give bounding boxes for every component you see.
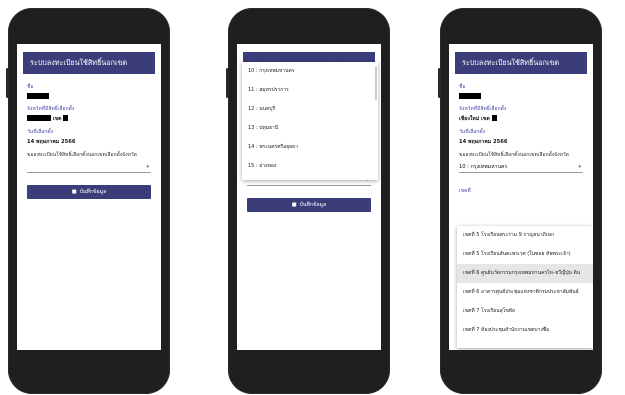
registration-form: ชื่อ จังหวัดที่มีสิทธิ์เลือกตั้ง เชียงให… [449, 74, 593, 195]
district-option[interactable]: เขตที่ 6 อาคารศูนย์ประชุมแห่งชาติกรมประช… [457, 283, 593, 302]
election-date-label: วันที่เลือกตั้ง [459, 128, 486, 135]
phone-screen-2: ระบบลงทะเบียนใช้สิทธิ์นอกเขต ▾ ■บันทึกข้… [237, 44, 381, 350]
save-icon: ■ [291, 202, 297, 208]
province-select[interactable]: 10 : กรุงเทพมหานคร ▾ [459, 162, 583, 173]
election-date-label: วันที่เลือกตั้ง [27, 128, 54, 135]
save-button[interactable]: ■ บันทึกข้อมูล [247, 198, 371, 212]
phone-frame-2: ระบบลงทะเบียนใช้สิทธิ์นอกเขต ▾ ■บันทึกข้… [226, 8, 390, 394]
province-dropdown-menu: 10 : กรุงเทพมหานคร 11 : สมุทรปราการ 12 :… [242, 62, 378, 180]
dropdown-arrow-icon: ▾ [578, 163, 581, 170]
save-icon: ■ [71, 188, 77, 195]
register-province-label: ขอลงทะเบียนใช้สิทธิ์เลือกตั้งนอกเขตเลือก… [459, 151, 569, 158]
name-value-redacted [459, 93, 583, 100]
dropdown-scrollbar[interactable] [375, 66, 377, 100]
registration-form: ชื่อ จังหวัดที่มีสิทธิ์เลือกตั้ง เขต วัน… [17, 74, 161, 199]
register-province-label: ขอลงทะเบียนใช้สิทธิ์เลือกตั้งนอกเขตเลือก… [27, 151, 137, 158]
district-option[interactable]: เขตที่ 5 โรงเรียนพระราม 9 กาญจนาภิเษก [457, 226, 593, 245]
province-option[interactable]: 14 : พระนครศรีอยุธยา [242, 138, 378, 157]
province-value: เขต [27, 115, 151, 123]
district-option[interactable]: เขตที่ 5 โรงเรียนสันตะพรเวศ (ในซอย ทัพพร… [457, 245, 593, 264]
district-option[interactable]: เขตที่ 7 ห้องประชุมสำนักงานเขตบางซื่อ [457, 321, 593, 340]
save-button[interactable]: ■ บันทึกข้อมูล [27, 184, 151, 199]
province-label: จังหวัดที่มีสิทธิ์เลือกตั้ง [27, 105, 75, 112]
phone-frame-1: ระบบลงทะเบียนใช้สิทธิ์นอกเขต ชื่อ จังหวั… [6, 8, 170, 394]
district-option[interactable]: เขตที่ 7 โรงเรียนสุโขทัย [457, 302, 593, 321]
dropdown-arrow-icon: ▾ [146, 163, 149, 170]
district-dropdown-menu: เขตที่ 5 โรงเรียนพระราม 9 กาญจนาภิเษก เข… [457, 226, 593, 348]
name-label: ชื่อ [459, 84, 466, 90]
app-title-bar: ระบบลงทะเบียนใช้สิทธิ์นอกเขต [455, 52, 587, 74]
name-value-redacted [27, 93, 151, 100]
province-option[interactable]: 10 : กรุงเทพมหานคร [242, 62, 378, 81]
province-option[interactable]: 12 : นนทบุรี [242, 100, 378, 119]
province-select[interactable]: ▾ [27, 162, 151, 173]
election-date-value: 14 พฤษภาคม 2566 [459, 138, 508, 145]
election-date-value: 14 พฤษภาคม 2566 [27, 138, 76, 145]
phone-frame-3: ระบบลงทะเบียนใช้สิทธิ์นอกเขต ชื่อ จังหวั… [438, 8, 602, 394]
district-label: เขตที่ [459, 187, 471, 194]
province-option[interactable]: 15 : อ่างทอง [242, 157, 378, 176]
province-option[interactable]: 13 : ปทุมธานี [242, 119, 378, 138]
phone-screen-1: ระบบลงทะเบียนใช้สิทธิ์นอกเขต ชื่อ จังหวั… [17, 44, 161, 350]
app-title-bar: ระบบลงทะเบียนใช้สิทธิ์นอกเขต [23, 52, 155, 74]
phone-screen-3: ระบบลงทะเบียนใช้สิทธิ์นอกเขต ชื่อ จังหวั… [449, 44, 593, 350]
province-value: เชียงใหม่ เขต [459, 115, 583, 123]
district-option[interactable]: เขตที่ 6 ศูนย์นวัตกรรมกรุงเทพมหานครไท–ยว… [457, 264, 593, 283]
province-label: จังหวัดที่มีสิทธิ์เลือกตั้ง [459, 105, 507, 112]
name-label: ชื่อ [27, 84, 34, 90]
province-option[interactable]: 11 : สมุทรปราการ [242, 81, 378, 100]
